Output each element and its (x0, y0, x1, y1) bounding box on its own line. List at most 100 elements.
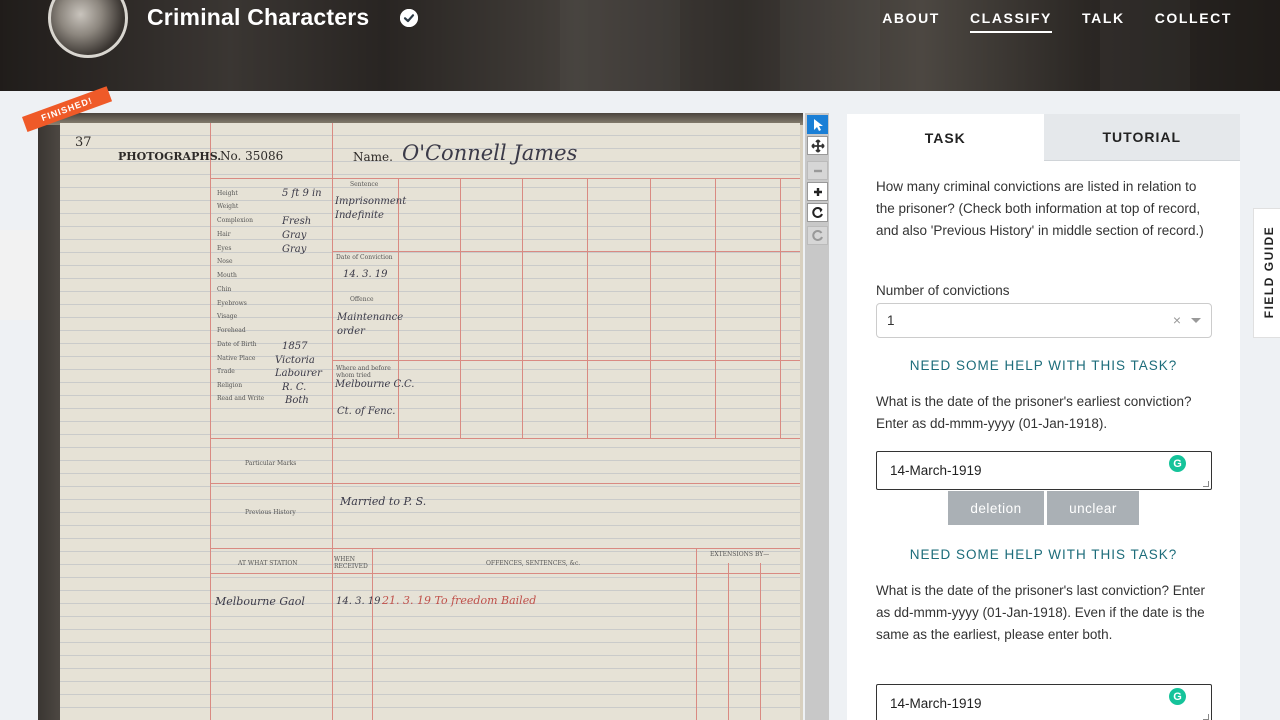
project-nav: ABOUT CLASSIFY TALK COLLECT (882, 10, 1232, 33)
field-height: Height (217, 190, 238, 197)
clear-icon[interactable]: × (1173, 312, 1181, 328)
ruled-lines (60, 123, 800, 720)
viewer-toolbar (805, 113, 829, 720)
grid-line (210, 548, 800, 549)
value-native-place: Victoria (275, 355, 315, 366)
deletion-button[interactable]: deletion (948, 491, 1044, 525)
field-eyebrows: Eyebrows (217, 300, 247, 307)
field-hair: Hair (217, 231, 231, 238)
offence-label: Offence (350, 296, 374, 303)
value-read-write: Both (285, 395, 309, 406)
grid-line (210, 438, 800, 439)
date-conviction-label: Date of Conviction (336, 254, 393, 261)
convictions-select[interactable]: 1 × (876, 303, 1212, 338)
value-trade: Labourer (275, 368, 322, 379)
grammarly-icon[interactable]: G (1169, 688, 1186, 705)
where-tried-value: Melbourne C.C. (335, 379, 415, 390)
last-date-value: 14-March-1919 (890, 696, 982, 711)
question-last-date: What is the date of the prisoner's last … (876, 583, 1205, 642)
col-station: AT WHAT STATION (238, 560, 298, 567)
field-complexion: Complexion (217, 217, 253, 224)
field-eyes: Eyes (217, 245, 232, 252)
chevron-down-icon[interactable] (1191, 318, 1201, 323)
grid-line (780, 178, 781, 438)
page-background (0, 230, 38, 320)
grid-line (210, 123, 211, 720)
grid-line (650, 178, 651, 438)
field-chin: Chin (217, 286, 232, 293)
value-eyes: Gray (282, 244, 307, 255)
value-hair: Gray (282, 230, 307, 241)
help-link-2[interactable]: NEED SOME HELP WITH THIS TASK? (847, 547, 1240, 562)
earliest-date-value: 14-March-1919 (890, 463, 982, 478)
name-label: Name. (353, 150, 393, 164)
previous-history-value: Married to P. S. (340, 495, 427, 508)
grid-line (587, 178, 588, 438)
task-tabs: TASK TUTORIAL (847, 114, 1240, 161)
help-link-1[interactable]: NEED SOME HELP WITH THIS TASK? (847, 358, 1240, 373)
last-date-input[interactable]: 14-March-1919 G (876, 684, 1212, 720)
grid-line (332, 360, 800, 361)
nav-talk[interactable]: TALK (1082, 10, 1125, 33)
convictions-value: 1 (887, 313, 895, 328)
header-photo (780, 0, 880, 91)
earliest-date-input[interactable]: 14-March-1919 G (876, 451, 1212, 490)
photographs-label: PHOTOGRAPHS. (118, 150, 222, 163)
previous-history-label: Previous History (245, 509, 296, 516)
row-station: Melbourne Gaol (215, 595, 305, 608)
record-page: 37 PHOTOGRAPHS. No. 35086 Name. O'Connel… (60, 123, 800, 720)
grid-line (522, 178, 523, 438)
grid-line (210, 573, 800, 574)
grid-line (332, 123, 333, 720)
tab-task[interactable]: TASK (847, 114, 1044, 161)
subject-viewer[interactable]: 37 PHOTOGRAPHS. No. 35086 Name. O'Connel… (38, 113, 803, 720)
move-icon[interactable] (807, 136, 828, 155)
col-when-received: WHEN RECEIVED (334, 556, 368, 570)
offence-value: Maintenance order (337, 312, 404, 337)
reset-icon[interactable] (807, 226, 828, 245)
field-dob: Date of Birth (217, 341, 257, 348)
pointer-icon[interactable] (807, 115, 828, 134)
unclear-button[interactable]: unclear (1047, 491, 1139, 525)
date-conviction-value: 14. 3. 19 (343, 269, 388, 280)
header-photo (560, 0, 680, 91)
resize-handle-icon[interactable] (1203, 481, 1209, 487)
field-guide-tab[interactable]: FIELD GUIDE (1253, 208, 1280, 338)
field-mouth: Mouth (217, 272, 237, 279)
field-read-write: Read and Write (217, 395, 265, 402)
grid-line (210, 178, 800, 179)
rotate-icon[interactable] (807, 203, 828, 222)
record-number: No. 35086 (220, 149, 284, 163)
sentence-label: Sentence (350, 181, 379, 188)
project-title[interactable]: Criminal Characters (147, 4, 369, 31)
nav-about[interactable]: ABOUT (882, 10, 940, 33)
value-height: 5 ft 9 in (282, 188, 322, 199)
field-native-place: Native Place (217, 355, 256, 362)
court-value: Ct. of Fenc. (337, 406, 396, 417)
grid-line (210, 483, 800, 484)
field-weight: Weight (217, 203, 239, 210)
grid-line (372, 548, 373, 720)
prisoner-name: O'Connell James (402, 141, 578, 165)
resize-handle-icon[interactable] (1203, 714, 1209, 720)
zoom-out-icon[interactable] (807, 161, 828, 180)
field-visage: Visage (217, 313, 238, 320)
task-panel: TASK TUTORIAL How many criminal convicti… (847, 114, 1240, 720)
value-complexion: Fresh (282, 216, 312, 227)
grid-line (460, 178, 461, 438)
nav-collect[interactable]: COLLECT (1155, 10, 1232, 33)
page-number: 37 (75, 135, 92, 150)
field-religion: Religion (217, 382, 243, 389)
particular-marks-label: Particular Marks (245, 460, 297, 467)
row-received: 14. 3. 19 (336, 596, 381, 607)
zoom-in-icon[interactable] (807, 182, 828, 201)
grid-line (332, 251, 800, 252)
verified-badge-icon (400, 9, 418, 27)
grid-line (398, 178, 399, 438)
nav-classify[interactable]: CLASSIFY (969, 10, 1052, 33)
field-guide-label: FIELD GUIDE (1262, 225, 1276, 319)
tab-tutorial[interactable]: TUTORIAL (1043, 114, 1240, 161)
question-convictions-count: How many criminal convictions are listed… (876, 179, 1204, 238)
field-nose: Nose (217, 258, 233, 265)
grammarly-icon[interactable]: G (1169, 455, 1186, 472)
